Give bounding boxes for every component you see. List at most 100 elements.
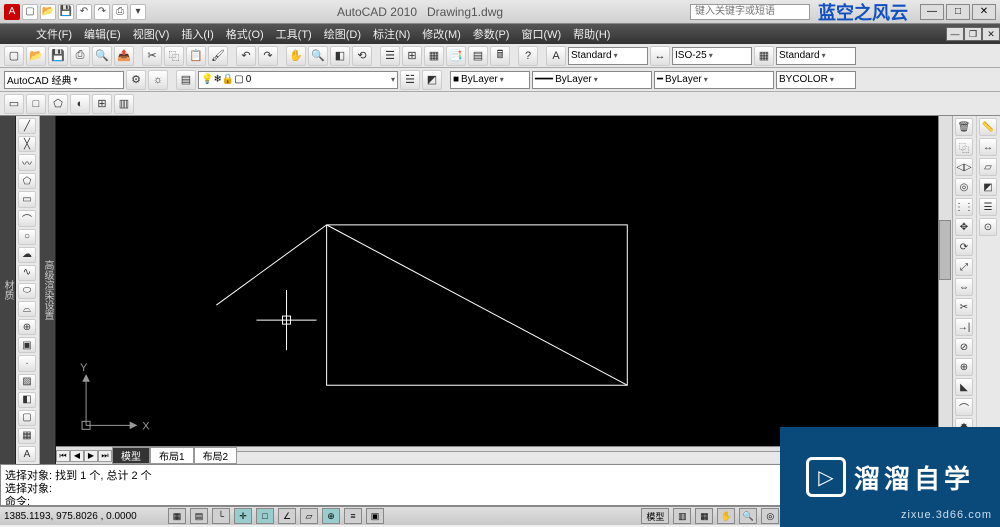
help-search-input[interactable] <box>690 4 810 20</box>
scale-icon[interactable]: ⤢ <box>955 258 973 276</box>
text-style-combo[interactable]: Standard▾ <box>568 47 648 65</box>
new-doc-icon[interactable]: ▢ <box>4 46 24 66</box>
menu-edit[interactable]: 编辑(E) <box>78 26 127 42</box>
menu-window[interactable]: 窗口(W) <box>515 26 567 42</box>
move-icon[interactable]: ✥ <box>955 218 973 236</box>
spline-icon[interactable]: ∿ <box>18 265 36 281</box>
markup-icon[interactable]: ▤ <box>468 46 488 66</box>
copy2-icon[interactable]: ⿻ <box>955 138 973 156</box>
publish-icon[interactable]: 📤 <box>114 46 134 66</box>
offset-icon[interactable]: ◎ <box>955 178 973 196</box>
pan-icon[interactable]: ✋ <box>286 46 306 66</box>
region-icon[interactable]: ▢ <box>18 410 36 426</box>
arc-icon[interactable]: ⌒ <box>18 210 36 227</box>
calc-icon[interactable]: 🖩 <box>490 46 510 66</box>
open-doc-icon[interactable]: 📂 <box>26 46 46 66</box>
menu-view[interactable]: 视图(V) <box>127 26 176 42</box>
single-vp-icon[interactable]: □ <box>26 94 46 114</box>
linetype-combo[interactable]: ━━━ ByLayer▾ <box>532 71 652 89</box>
menu-tools[interactable]: 工具(T) <box>270 26 318 42</box>
app-logo-icon[interactable]: A <box>4 4 20 20</box>
mtext-icon[interactable]: A <box>18 446 36 462</box>
break-icon[interactable]: ⊘ <box>955 338 973 356</box>
layer-states-icon[interactable]: ☱ <box>400 70 420 90</box>
grid-toggle[interactable]: ▤ <box>190 508 208 524</box>
dsgnctr-icon[interactable]: ⊞ <box>402 46 422 66</box>
vscroll[interactable] <box>938 116 952 464</box>
doc-minimize-button[interactable]: — <box>946 27 964 41</box>
line-icon[interactable]: ╱ <box>18 118 36 134</box>
polar-toggle[interactable]: ✛ <box>234 508 252 524</box>
open-icon[interactable]: 📂 <box>40 4 56 20</box>
model-toggle[interactable]: 模型 <box>641 508 669 524</box>
menu-file[interactable]: 文件(F) <box>30 26 78 42</box>
array-icon[interactable]: ⋮⋮ <box>955 198 973 216</box>
paste-icon[interactable]: 📋 <box>186 46 206 66</box>
erase-icon[interactable]: 🗑 <box>955 118 973 136</box>
zoom-prev-icon[interactable]: ⟲ <box>352 46 372 66</box>
otrack-toggle[interactable]: ∠ <box>278 508 296 524</box>
properties-icon[interactable]: ☰ <box>380 46 400 66</box>
dyn-toggle[interactable]: ⊕ <box>322 508 340 524</box>
save-icon[interactable]: 💾 <box>58 4 74 20</box>
layer-iso-icon[interactable]: ◩ <box>422 70 442 90</box>
area-icon[interactable]: ▱ <box>979 158 997 176</box>
chamfer-icon[interactable]: ◣ <box>955 378 973 396</box>
menu-parametric[interactable]: 参数(P) <box>467 26 516 42</box>
trim-icon[interactable]: ✂ <box>955 298 973 316</box>
qview-dwgs-icon[interactable]: ▦ <box>695 508 713 524</box>
undo2-icon[interactable]: ↶ <box>236 46 256 66</box>
layer-combo[interactable]: 💡❄🔒▢ 0▾ <box>198 71 398 89</box>
point-icon[interactable]: · <box>18 355 36 371</box>
undo-icon[interactable]: ↶ <box>76 4 92 20</box>
vp-dialog-icon[interactable]: ▥ <box>114 94 134 114</box>
copy-icon[interactable]: ⿻ <box>164 46 184 66</box>
extend-icon[interactable]: →| <box>955 318 973 336</box>
preview-icon[interactable]: 🔍 <box>92 46 112 66</box>
named-views-icon[interactable]: ▭ <box>4 94 24 114</box>
revcloud-icon[interactable]: ☁ <box>18 247 36 263</box>
rectangle-icon[interactable]: ▭ <box>18 191 36 207</box>
tab-last-icon[interactable]: ⏭ <box>98 450 112 462</box>
stretch-icon[interactable]: ⇔ <box>955 278 973 296</box>
pan2-icon[interactable]: ✋ <box>717 508 735 524</box>
measure-icon[interactable]: 📏 <box>979 118 997 136</box>
snap-toggle[interactable]: ▦ <box>168 508 186 524</box>
sheetset-icon[interactable]: 📑 <box>446 46 466 66</box>
zoom2-icon[interactable]: 🔍 <box>739 508 757 524</box>
mirror-icon[interactable]: ◁▷ <box>955 158 973 176</box>
circle-icon[interactable]: ○ <box>18 229 36 245</box>
save-doc-icon[interactable]: 💾 <box>48 46 68 66</box>
region2-icon[interactable]: ◩ <box>979 178 997 196</box>
rotate-icon[interactable]: ⟳ <box>955 238 973 256</box>
redo2-icon[interactable]: ↷ <box>258 46 278 66</box>
qview-layouts-icon[interactable]: ▥ <box>673 508 691 524</box>
print-icon[interactable]: ⎙ <box>112 4 128 20</box>
ellipsearc-icon[interactable]: ⌓ <box>18 301 36 317</box>
dim-style-combo[interactable]: ISO-25▾ <box>672 47 752 65</box>
list-icon[interactable]: ☰ <box>979 198 997 216</box>
dist-icon[interactable]: ↔ <box>979 138 997 156</box>
redo-icon[interactable]: ↷ <box>94 4 110 20</box>
fillet-icon[interactable]: ⌒ <box>955 398 973 416</box>
vp-join-icon[interactable]: ⊞ <box>92 94 112 114</box>
cut-icon[interactable]: ✂ <box>142 46 162 66</box>
lwt-toggle[interactable]: ≡ <box>344 508 362 524</box>
ellipse-icon[interactable]: ⬭ <box>18 283 36 299</box>
new-icon[interactable]: ▢ <box>22 4 38 20</box>
steering-icon[interactable]: ◎ <box>761 508 779 524</box>
tab-prev-icon[interactable]: ◀ <box>70 450 84 462</box>
ws-settings-icon[interactable]: ⚙ <box>126 70 146 90</box>
qp-toggle[interactable]: ▣ <box>366 508 384 524</box>
minimize-button[interactable]: — <box>920 4 944 20</box>
xline-icon[interactable]: ╳ <box>18 136 36 152</box>
vp-clip-icon[interactable]: ◐ <box>70 94 90 114</box>
toolpal-icon[interactable]: ▦ <box>424 46 444 66</box>
lineweight-combo[interactable]: ━ ByLayer▾ <box>654 71 774 89</box>
polyline-icon[interactable]: 〰 <box>18 154 36 171</box>
help-icon[interactable]: ? <box>518 46 538 66</box>
drawing-canvas[interactable]: X Y <box>56 116 938 446</box>
ortho-toggle[interactable]: └ <box>212 508 230 524</box>
id-icon[interactable]: ⊙ <box>979 218 997 236</box>
plot-icon[interactable]: ⎙ <box>70 46 90 66</box>
